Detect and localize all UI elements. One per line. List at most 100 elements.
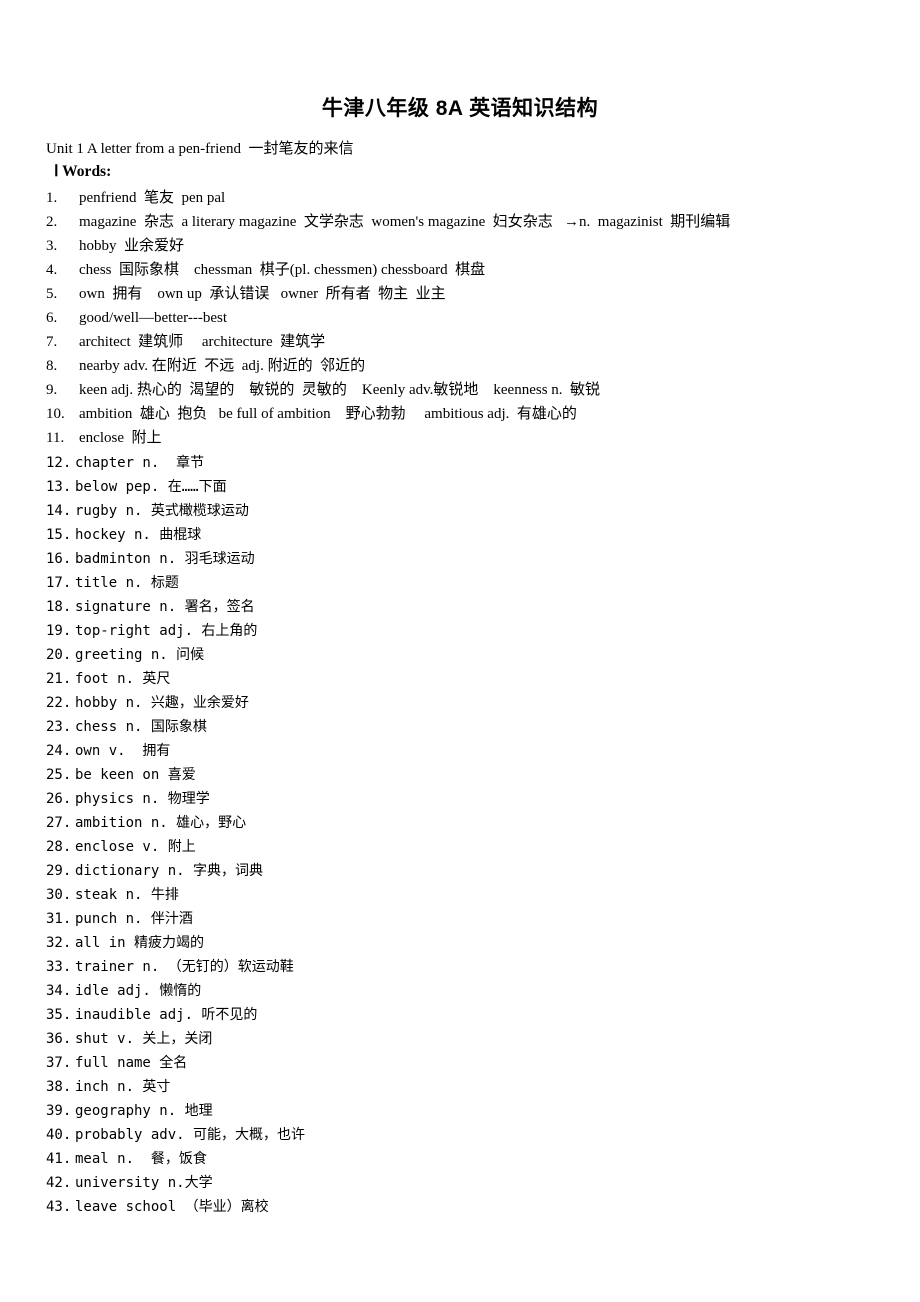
entry-number: 33.: [46, 959, 72, 975]
entry-number: 36.: [46, 1031, 72, 1047]
entry-text: keen adj. 热心的 渴望的 敏锐的 灵敏的 Keenly adv.敏锐地…: [79, 382, 601, 398]
entry-text: university n.大学: [75, 1175, 213, 1191]
entry-text: hobby 业余爱好: [79, 238, 185, 254]
vocabulary-entry: 39. geography n. 地理: [46, 1099, 906, 1123]
entry-text: own 拥有 own up 承认错误 owner 所有者 物主 业主: [79, 286, 446, 302]
entry-text: foot n. 英尺: [75, 671, 171, 687]
entry-text: leave school （毕业）离校: [75, 1199, 269, 1215]
entry-text: all in 精疲力竭的: [75, 935, 205, 951]
entry-text: hobby n. 兴趣，业余爱好: [75, 695, 249, 711]
vocabulary-entry: 31. punch n. 伴汁酒: [46, 907, 906, 931]
entry-number: 31.: [46, 911, 72, 927]
vocabulary-entry: 37. full name 全名: [46, 1051, 906, 1075]
vocabulary-entry: 20. greeting n. 问候: [46, 643, 906, 667]
vocabulary-entry: 30. steak n. 牛排: [46, 883, 906, 907]
entry-text: below pep. 在……下面: [75, 479, 227, 495]
vocabulary-entry: 33. trainer n. （无钉的）软运动鞋: [46, 955, 906, 979]
vocabulary-entry: 29. dictionary n. 字典，词典: [46, 859, 906, 883]
entry-text: greeting n. 问候: [75, 647, 205, 663]
entry-number: 27.: [46, 815, 72, 831]
vocabulary-entry: 1. penfriend 笔友 pen pal: [46, 186, 906, 210]
entry-number: 23.: [46, 719, 72, 735]
entry-number: 41.: [46, 1151, 72, 1167]
vocabulary-entry: 36. shut v. 关上，关闭: [46, 1027, 906, 1051]
vocabulary-entry: 27. ambition n. 雄心，野心: [46, 811, 906, 835]
entry-number: 21.: [46, 671, 72, 687]
entry-number: 24.: [46, 743, 72, 759]
vocabulary-entry: 12. chapter n. 章节: [46, 451, 906, 475]
entry-text: meal n. 餐，饭食: [75, 1151, 207, 1167]
vocabulary-entry: 6. good/well—better---best: [46, 306, 906, 330]
vocabulary-entry: 9. keen adj. 热心的 渴望的 敏锐的 灵敏的 Keenly adv.敏…: [46, 378, 906, 402]
entry-text: ambition n. 雄心，野心: [75, 815, 247, 831]
entry-text: ambition 雄心 抱负 be full of ambition 野心勃勃 …: [79, 406, 577, 422]
entry-text: geography n. 地理: [75, 1103, 213, 1119]
vocabulary-entry: 32. all in 精疲力竭的: [46, 931, 906, 955]
vocabulary-entry: 22. hobby n. 兴趣，业余爱好: [46, 691, 906, 715]
entry-text: chapter n. 章节: [75, 455, 205, 471]
entry-number: 25.: [46, 767, 72, 783]
entry-text: hockey n. 曲棍球: [75, 527, 202, 543]
document-page: 牛津八年级 8A 英语知识结构 Unit 1 A letter from a p…: [0, 0, 920, 1302]
entry-text: dictionary n. 字典，词典: [75, 863, 264, 879]
entry-text: architect 建筑师 architecture 建筑学: [79, 334, 326, 350]
entry-text: badminton n. 羽毛球运动: [75, 551, 255, 567]
vocabulary-entry: 8. nearby adv. 在附近 不远 adj. 附近的 邻近的: [46, 354, 906, 378]
entry-number: 39.: [46, 1103, 72, 1119]
vocabulary-entry: 10. ambition 雄心 抱负 be full of ambition 野心…: [46, 402, 906, 426]
vocabulary-entry: 38. inch n. 英寸: [46, 1075, 906, 1099]
vocabulary-entry: 19. top-right adj. 右上角的: [46, 619, 906, 643]
vocabulary-entry: 3. hobby 业余爱好: [46, 234, 906, 258]
entry-number: 7.: [46, 334, 58, 350]
entry-text: inaudible adj. 听不见的: [75, 1007, 258, 1023]
entry-text: shut v. 关上，关闭: [75, 1031, 213, 1047]
entry-text: inch n. 英寸: [75, 1079, 171, 1095]
entry-text: full name 全名: [75, 1055, 188, 1071]
vocabulary-entry: 16. badminton n. 羽毛球运动: [46, 547, 906, 571]
entry-number: 30.: [46, 887, 72, 903]
entry-number: 22.: [46, 695, 72, 711]
entry-number: 17.: [46, 575, 72, 591]
words-section-heading: Ⅰ Words:: [54, 163, 112, 180]
entry-number: 9.: [46, 382, 58, 398]
entry-number: 42.: [46, 1175, 72, 1191]
vocabulary-entry: 24. own v. 拥有: [46, 739, 906, 763]
entry-number: 14.: [46, 503, 72, 519]
vocabulary-entry: 14. rugby n. 英式橄榄球运动: [46, 499, 906, 523]
entry-text: punch n. 伴汁酒: [75, 911, 193, 927]
entry-text: idle adj. 懒惰的: [75, 983, 202, 999]
vocabulary-entry: 18. signature n. 署名，签名: [46, 595, 906, 619]
unit-subtitle: Unit 1 A letter from a pen-friend 一封笔友的来…: [46, 141, 354, 157]
vocabulary-entry: 42. university n.大学: [46, 1171, 906, 1195]
entry-text: be keen on 喜爱: [75, 767, 196, 783]
entry-number: 6.: [46, 310, 58, 326]
vocabulary-entry: 40. probably adv. 可能，大概，也许: [46, 1123, 906, 1147]
entry-number: 11.: [46, 430, 65, 446]
entry-number: 3.: [46, 238, 58, 254]
vocabulary-entry: 25. be keen on 喜爱: [46, 763, 906, 787]
entry-text: rugby n. 英式橄榄球运动: [75, 503, 249, 519]
entry-number: 16.: [46, 551, 72, 567]
entry-number: 15.: [46, 527, 72, 543]
entry-number: 13.: [46, 479, 72, 495]
entry-number: 12.: [46, 455, 72, 471]
entry-number: 20.: [46, 647, 72, 663]
vocabulary-entry: 17. title n. 标题: [46, 571, 906, 595]
vocabulary-entry: 7. architect 建筑师 architecture 建筑学: [46, 330, 906, 354]
vocabulary-entry: 43. leave school （毕业）离校: [46, 1195, 906, 1219]
entry-text: magazine 杂志 a literary magazine 文学杂志 wom…: [79, 214, 731, 230]
entry-text: top-right adj. 右上角的: [75, 623, 258, 639]
entry-text: enclose v. 附上: [75, 839, 196, 855]
vocabulary-entry: 34. idle adj. 懒惰的: [46, 979, 906, 1003]
vocabulary-entry: 35. inaudible adj. 听不见的: [46, 1003, 906, 1027]
entry-text: title n. 标题: [75, 575, 179, 591]
vocabulary-list-mono: 12. chapter n. 章节 13. below pep. 在……下面 14. ru…: [46, 451, 906, 1219]
vocabulary-entry: 11. enclose 附上: [46, 426, 906, 450]
vocabulary-entry: 5. own 拥有 own up 承认错误 owner 所有者 物主 业主: [46, 282, 906, 306]
entry-number: 40.: [46, 1127, 72, 1143]
entry-text: own v. 拥有: [75, 743, 171, 759]
entry-number: 28.: [46, 839, 72, 855]
entry-text: good/well—better---best: [79, 310, 227, 326]
page-title: 牛津八年级 8A 英语知识结构: [321, 97, 599, 120]
entry-number: 26.: [46, 791, 72, 807]
